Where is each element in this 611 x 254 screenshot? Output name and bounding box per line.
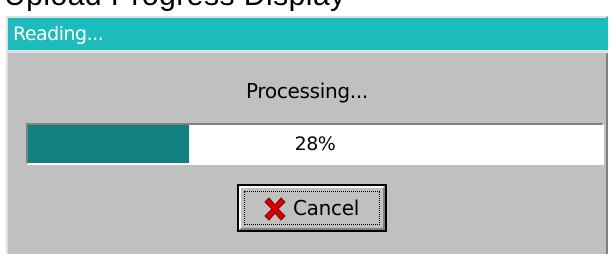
progress-bar: 28%	[26, 123, 604, 165]
title-bar: Reading...	[8, 18, 608, 50]
progress-dialog: Reading... Processing... 28% Cancel	[6, 16, 608, 254]
background-heading-text: Upload Progress Display	[0, 0, 611, 16]
screen: Upload Progress Display Reading... Proce…	[0, 0, 611, 254]
cancel-button-label: Cancel	[293, 196, 359, 220]
progress-percent-label: 28%	[294, 133, 336, 155]
red-x-icon	[264, 197, 286, 221]
title-divider	[8, 50, 608, 53]
cancel-button[interactable]: Cancel	[237, 184, 387, 232]
status-label: Processing...	[246, 79, 368, 103]
window-title: Reading...	[13, 23, 104, 45]
